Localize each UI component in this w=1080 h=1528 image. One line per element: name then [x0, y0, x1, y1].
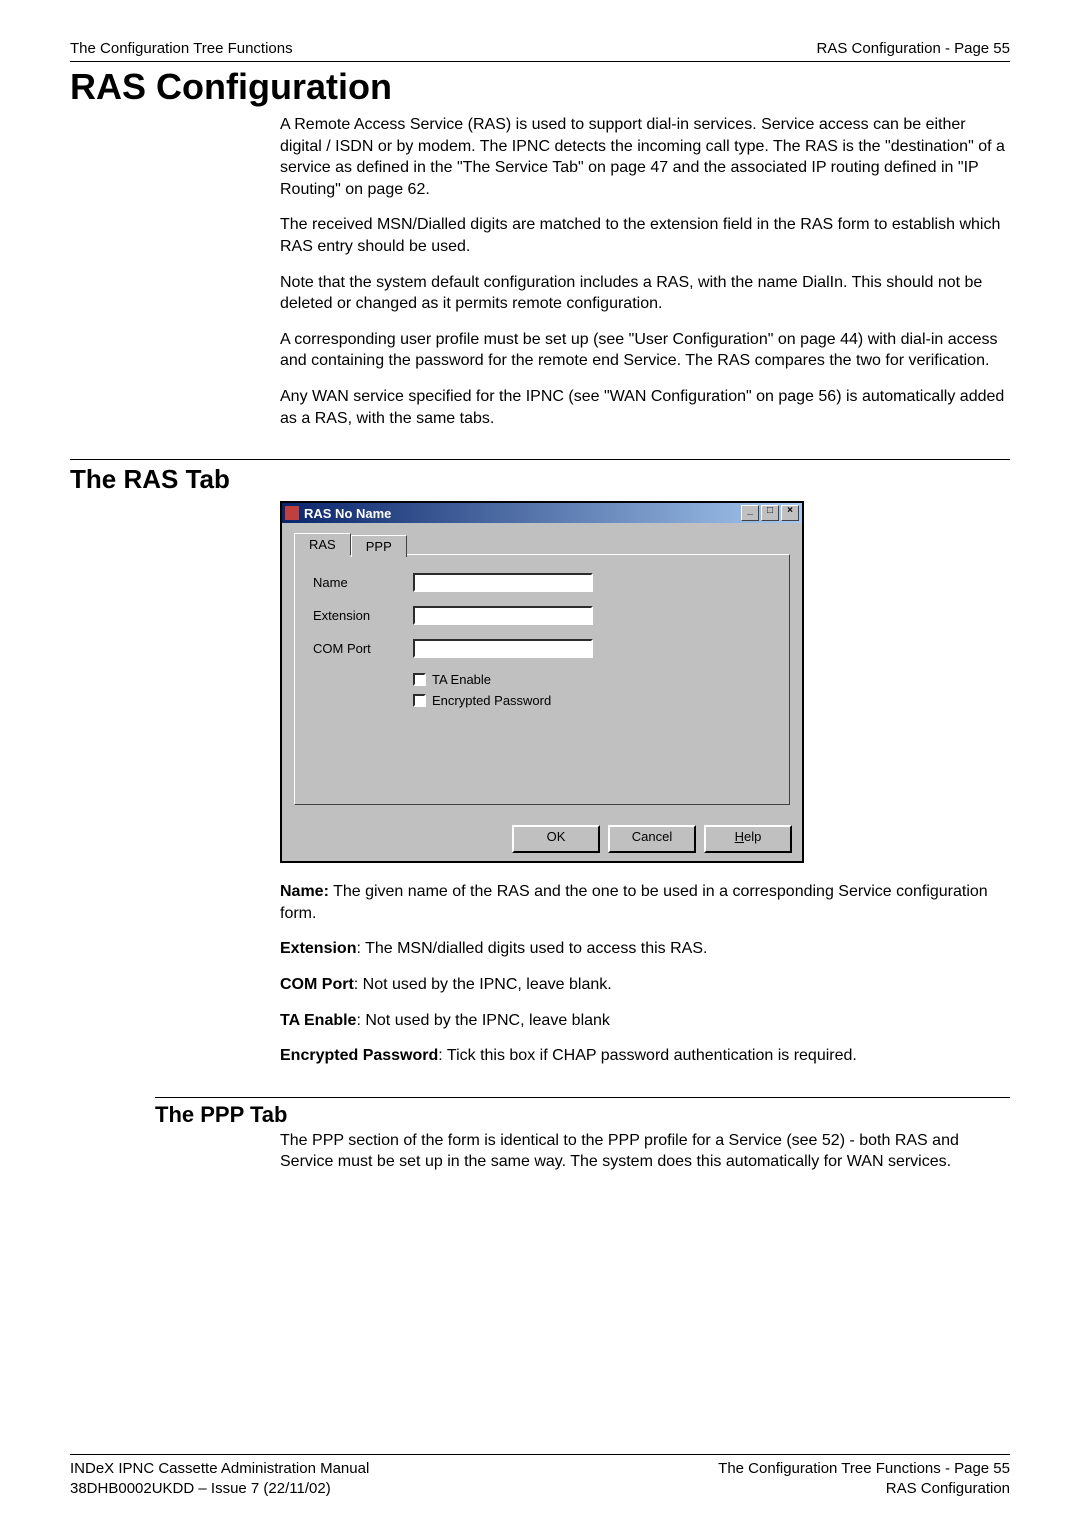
label-extension: Extension: [313, 608, 413, 623]
label-encrypted-password: Encrypted Password: [432, 693, 551, 708]
intro-p2: The received MSN/Dialled digits are matc…: [280, 214, 1010, 257]
footer-right: The Configuration Tree Functions - Page …: [718, 1459, 1010, 1498]
page-footer: INDeX IPNC Cassette Administration Manua…: [70, 1454, 1010, 1498]
footer-left: INDeX IPNC Cassette Administration Manua…: [70, 1459, 369, 1498]
ppp-desc-block: The PPP section of the form is identical…: [280, 1130, 1010, 1173]
maximize-button[interactable]: □: [761, 505, 779, 521]
intro-p5: Any WAN service specified for the IPNC (…: [280, 386, 1010, 429]
page-header: The Configuration Tree Functions RAS Con…: [70, 40, 1010, 62]
desc-extension: Extension: The MSN/dialled digits used t…: [280, 938, 1010, 960]
cancel-button[interactable]: Cancel: [608, 825, 696, 853]
label-name: Name: [313, 575, 413, 590]
tab-ppp[interactable]: PPP: [351, 535, 407, 557]
intro-p4: A corresponding user profile must be set…: [280, 329, 1010, 372]
comport-field[interactable]: [413, 639, 593, 658]
header-left: The Configuration Tree Functions: [70, 40, 293, 57]
ras-tab-heading: The RAS Tab: [70, 464, 1010, 495]
tab-ras[interactable]: RAS: [294, 533, 351, 555]
ta-enable-checkbox[interactable]: [413, 673, 426, 686]
dialog-title-text: RAS No Name: [304, 506, 391, 521]
intro-p3: Note that the system default configurati…: [280, 272, 1010, 315]
desc-comport: COM Port: Not used by the IPNC, leave bl…: [280, 974, 1010, 996]
ras-dialog: RAS No Name _ □ × RAS PPP Name: [280, 501, 804, 863]
dialog-icon: [285, 506, 299, 520]
label-ta-enable: TA Enable: [432, 672, 491, 687]
desc-name: Name: The given name of the RAS and the …: [280, 881, 1010, 924]
tab-panel-ras: Name Extension COM Port TA Enable: [294, 554, 790, 805]
ras-desc-block: Name: The given name of the RAS and the …: [280, 881, 1010, 1067]
desc-encpass: Encrypted Password: Tick this box if CHA…: [280, 1045, 1010, 1067]
intro-p1: A Remote Access Service (RAS) is used to…: [280, 114, 1010, 200]
header-right: RAS Configuration - Page 55: [817, 40, 1010, 57]
dialog-titlebar: RAS No Name _ □ ×: [282, 503, 802, 523]
page-title: RAS Configuration: [70, 66, 1010, 108]
desc-taenable: TA Enable: Not used by the IPNC, leave b…: [280, 1010, 1010, 1032]
extension-field[interactable]: [413, 606, 593, 625]
intro-block: A Remote Access Service (RAS) is used to…: [280, 114, 1010, 429]
encrypted-password-checkbox[interactable]: [413, 694, 426, 707]
close-button[interactable]: ×: [781, 505, 799, 521]
minimize-button[interactable]: _: [741, 505, 759, 521]
ok-button[interactable]: OK: [512, 825, 600, 853]
name-field[interactable]: [413, 573, 593, 592]
help-underline: H: [735, 829, 744, 844]
ppp-p1: The PPP section of the form is identical…: [280, 1130, 1010, 1173]
label-comport: COM Port: [313, 641, 413, 656]
ppp-tab-heading: The PPP Tab: [155, 1102, 1010, 1128]
help-button[interactable]: Help: [704, 825, 792, 853]
help-rest: elp: [744, 829, 761, 844]
